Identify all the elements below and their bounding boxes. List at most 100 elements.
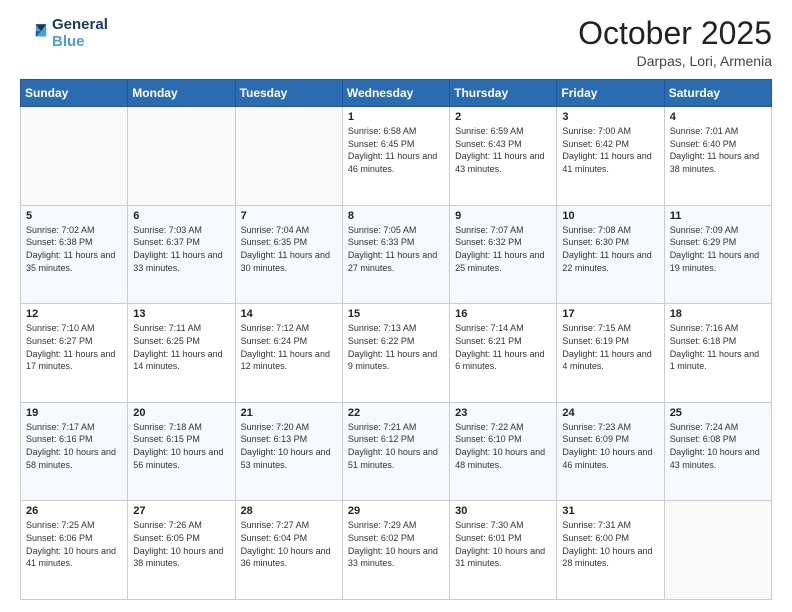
day-number: 2 [455,111,551,123]
calendar-cell-25: 25Sunrise: 7:24 AMSunset: 6:08 PMDayligh… [664,402,771,501]
day-info: Sunrise: 7:12 AMSunset: 6:24 PMDaylight:… [241,322,337,372]
day-info: Sunrise: 7:04 AMSunset: 6:35 PMDaylight:… [241,224,337,274]
day-info: Sunrise: 7:16 AMSunset: 6:18 PMDaylight:… [670,322,766,372]
title-block: October 2025 Darpas, Lori, Armenia [578,16,772,69]
day-info: Sunrise: 7:10 AMSunset: 6:27 PMDaylight:… [26,322,122,372]
day-info: Sunrise: 7:25 AMSunset: 6:06 PMDaylight:… [26,519,122,569]
calendar-cell-empty [235,107,342,206]
calendar-week-0: 1 Sunrise: 6:58 AMSunset: 6:45 PMDaylight… [21,107,772,206]
day-info: Sunrise: 7:14 AMSunset: 6:21 PMDaylight:… [455,322,551,372]
calendar-cell-12: 12 Sunrise: 7:10 AMSunset: 6:27 PMDayligh… [21,304,128,403]
day-number: 17 [562,308,658,320]
day-info: Sunrise: 7:07 AMSunset: 6:32 PMDaylight:… [455,224,551,274]
day-number: 19 [26,407,122,419]
calendar-cell-10: 10Sunrise: 7:08 AMSunset: 6:30 PMDayligh… [557,205,664,304]
calendar-cell-23: 23 Sunrise: 7:22 AMSunset: 6:10 PMDayligh… [450,402,557,501]
day-info: Sunrise: 7:27 AMSunset: 6:04 PMDaylight:… [241,519,337,569]
calendar-cell-empty [21,107,128,206]
calendar-cell-15: 15 Sunrise: 7:13 AMSunset: 6:22 PMDayligh… [342,304,449,403]
day-number: 12 [26,308,122,320]
calendar-cell-20: 20Sunrise: 7:18 AMSunset: 6:15 PMDayligh… [128,402,235,501]
calendar-cell-17: 17 Sunrise: 7:15 AMSunset: 6:19 PMDayligh… [557,304,664,403]
calendar-header-tuesday: Tuesday [235,80,342,107]
day-number: 21 [241,407,337,419]
day-number: 3 [562,111,658,123]
day-number: 1 [348,111,444,123]
calendar-cell-empty [128,107,235,206]
day-number: 30 [455,505,551,517]
day-info: Sunrise: 7:11 AMSunset: 6:25 PMDaylight:… [133,322,229,372]
calendar-week-3: 19 Sunrise: 7:17 AMSunset: 6:16 PMDayligh… [21,402,772,501]
day-info: Sunrise: 7:23 AMSunset: 6:09 PMDaylight:… [562,421,658,471]
calendar-cell-18: 18 Sunrise: 7:16 AMSunset: 6:18 PMDayligh… [664,304,771,403]
day-number: 27 [133,505,229,517]
calendar-cell-21: 21 Sunrise: 7:20 AMSunset: 6:13 PMDayligh… [235,402,342,501]
calendar-cell-26: 26 Sunrise: 7:25 AMSunset: 6:06 PMDayligh… [21,501,128,600]
day-number: 5 [26,210,122,222]
day-info: Sunrise: 7:24 AMSunset: 6:08 PMDaylight:… [670,421,766,471]
calendar-cell-6: 6 Sunrise: 7:03 AMSunset: 6:37 PMDaylight… [128,205,235,304]
calendar-week-1: 5 Sunrise: 7:02 AMSunset: 6:38 PMDaylight… [21,205,772,304]
day-info: Sunrise: 7:13 AMSunset: 6:22 PMDaylight:… [348,322,444,372]
day-info: Sunrise: 7:21 AMSunset: 6:12 PMDaylight:… [348,421,444,471]
day-number: 13 [133,308,229,320]
day-info: Sunrise: 7:15 AMSunset: 6:19 PMDaylight:… [562,322,658,372]
calendar-cell-2: 2Sunrise: 6:59 AMSunset: 6:43 PMDaylight… [450,107,557,206]
calendar-week-4: 26 Sunrise: 7:25 AMSunset: 6:06 PMDayligh… [21,501,772,600]
month-title: October 2025 [578,16,772,51]
calendar-cell-8: 8Sunrise: 7:05 AMSunset: 6:33 PMDaylight… [342,205,449,304]
day-number: 20 [133,407,229,419]
calendar-header-row: SundayMondayTuesdayWednesdayThursdayFrid… [21,80,772,107]
day-info: Sunrise: 7:31 AMSunset: 6:00 PMDaylight:… [562,519,658,569]
day-info: Sunrise: 7:26 AMSunset: 6:05 PMDaylight:… [133,519,229,569]
calendar-cell-11: 11Sunrise: 7:09 AMSunset: 6:29 PMDayligh… [664,205,771,304]
day-number: 31 [562,505,658,517]
day-number: 23 [455,407,551,419]
day-number: 28 [241,505,337,517]
calendar-cell-31: 31 Sunrise: 7:31 AMSunset: 6:00 PMDayligh… [557,501,664,600]
day-number: 10 [562,210,658,222]
calendar-cell-19: 19 Sunrise: 7:17 AMSunset: 6:16 PMDayligh… [21,402,128,501]
calendar-cell-27: 27 Sunrise: 7:26 AMSunset: 6:05 PMDayligh… [128,501,235,600]
calendar-header-monday: Monday [128,80,235,107]
day-number: 16 [455,308,551,320]
logo-icon [20,19,48,47]
day-info: Sunrise: 6:58 AMSunset: 6:45 PMDaylight:… [348,125,444,175]
day-number: 14 [241,308,337,320]
calendar-header-friday: Friday [557,80,664,107]
calendar-cell-9: 9Sunrise: 7:07 AMSunset: 6:32 PMDaylight… [450,205,557,304]
logo-text: General Blue [52,16,108,51]
day-number: 6 [133,210,229,222]
calendar-header-thursday: Thursday [450,80,557,107]
day-number: 4 [670,111,766,123]
calendar-header-sunday: Sunday [21,80,128,107]
calendar-cell-16: 16 Sunrise: 7:14 AMSunset: 6:21 PMDayligh… [450,304,557,403]
calendar-cell-30: 30Sunrise: 7:30 AMSunset: 6:01 PMDayligh… [450,501,557,600]
header: General Blue October 2025 Darpas, Lori, … [20,16,772,69]
day-info: Sunrise: 7:20 AMSunset: 6:13 PMDaylight:… [241,421,337,471]
calendar-cell-5: 5 Sunrise: 7:02 AMSunset: 6:38 PMDaylight… [21,205,128,304]
day-info: Sunrise: 7:22 AMSunset: 6:10 PMDaylight:… [455,421,551,471]
day-number: 26 [26,505,122,517]
calendar-cell-1: 1 Sunrise: 6:58 AMSunset: 6:45 PMDaylight… [342,107,449,206]
calendar-cell-3: 3Sunrise: 7:00 AMSunset: 6:42 PMDaylight… [557,107,664,206]
calendar-cell-29: 29Sunrise: 7:29 AMSunset: 6:02 PMDayligh… [342,501,449,600]
day-number: 15 [348,308,444,320]
calendar-header-saturday: Saturday [664,80,771,107]
calendar-week-2: 12 Sunrise: 7:10 AMSunset: 6:27 PMDayligh… [21,304,772,403]
calendar-cell-28: 28 Sunrise: 7:27 AMSunset: 6:04 PMDayligh… [235,501,342,600]
day-info: Sunrise: 7:17 AMSunset: 6:16 PMDaylight:… [26,421,122,471]
logo: General Blue [20,16,108,51]
page: General Blue October 2025 Darpas, Lori, … [0,0,792,612]
day-number: 29 [348,505,444,517]
day-number: 24 [562,407,658,419]
location-title: Darpas, Lori, Armenia [578,53,772,69]
day-info: Sunrise: 7:02 AMSunset: 6:38 PMDaylight:… [26,224,122,274]
calendar-cell-24: 24 Sunrise: 7:23 AMSunset: 6:09 PMDayligh… [557,402,664,501]
day-info: Sunrise: 7:03 AMSunset: 6:37 PMDaylight:… [133,224,229,274]
day-number: 18 [670,308,766,320]
calendar-cell-7: 7Sunrise: 7:04 AMSunset: 6:35 PMDaylight… [235,205,342,304]
calendar-cell-22: 22Sunrise: 7:21 AMSunset: 6:12 PMDayligh… [342,402,449,501]
day-info: Sunrise: 7:05 AMSunset: 6:33 PMDaylight:… [348,224,444,274]
calendar-header-wednesday: Wednesday [342,80,449,107]
